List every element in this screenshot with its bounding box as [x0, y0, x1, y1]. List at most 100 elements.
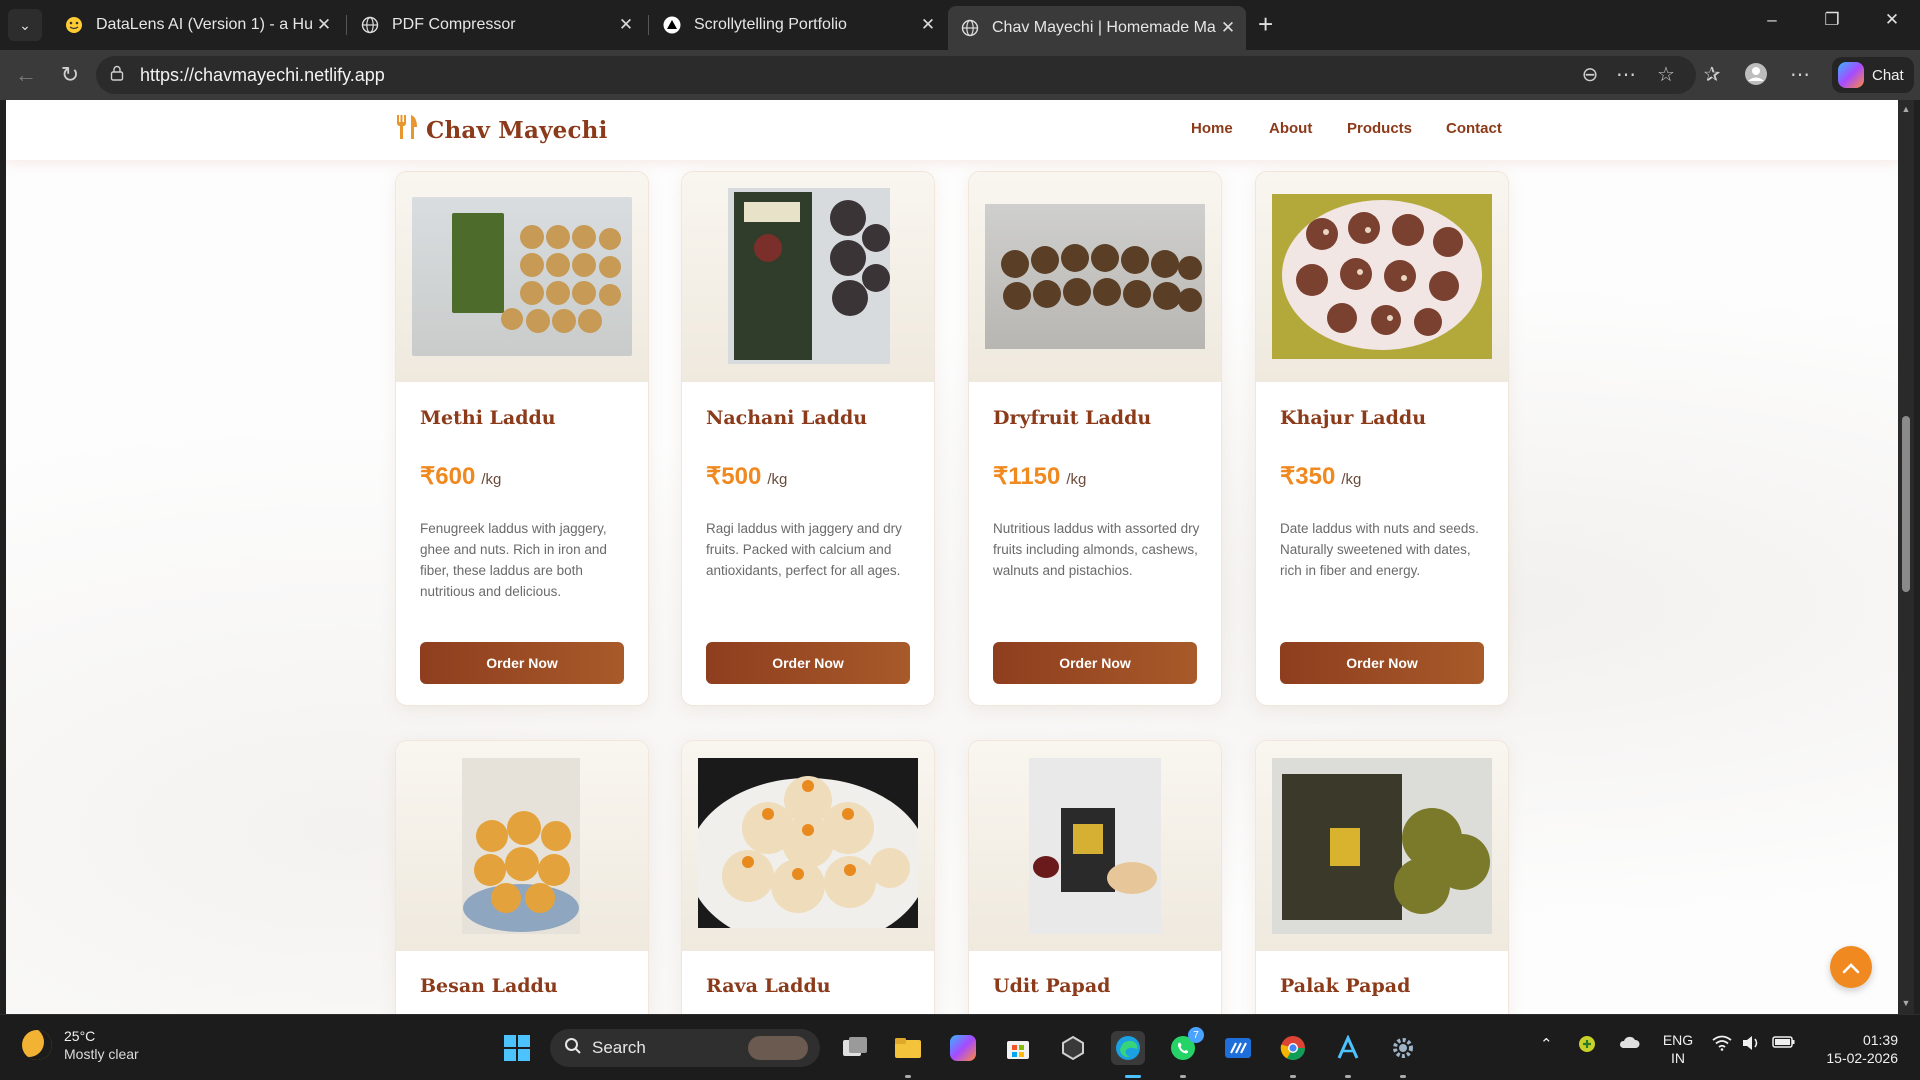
scrollbar-thumb[interactable] — [1902, 416, 1910, 592]
tab-datalens[interactable]: DataLens AI (Version 1) - a Huggin ✕ — [52, 6, 342, 44]
scroll-to-top-button[interactable] — [1830, 946, 1872, 988]
product-price: ₹350 /kg — [1280, 462, 1361, 491]
wifi-icon[interactable] — [1712, 1035, 1732, 1055]
windows-logo-icon — [504, 1035, 530, 1061]
zoom-out-icon[interactable]: ⊖ — [1576, 62, 1604, 87]
favorites-icon[interactable]: ✰ — [1698, 62, 1726, 87]
close-window-button[interactable]: ✕ — [1872, 10, 1912, 30]
site-logo[interactable]: Chav Mayechi — [394, 113, 608, 148]
product-title: Udit Papad — [993, 975, 1111, 997]
running-indicator — [1400, 1075, 1406, 1078]
more-tools-icon[interactable]: ⋯ — [1612, 62, 1640, 87]
product-description: Ragi laddus with jaggery and dry fruits.… — [706, 521, 902, 578]
product-card-khajur-laddu: Khajur Laddu ₹350 /kg Date laddus with n… — [1255, 171, 1509, 706]
settings-more-icon[interactable]: ⋯ — [1786, 62, 1814, 87]
product-description: Nutritious laddus with assorted dry frui… — [993, 521, 1200, 578]
show-hidden-icons-chevron-icon[interactable]: ⌃ — [1540, 1035, 1553, 1053]
profile-avatar-icon[interactable] — [1742, 62, 1770, 92]
whatsapp-icon[interactable]: 7 — [1166, 1027, 1204, 1065]
nav-home[interactable]: Home — [1191, 120, 1233, 137]
restore-button[interactable]: ❐ — [1812, 10, 1852, 30]
browser-tab-strip: ⌄ DataLens AI (Version 1) - a Huggin ✕ P… — [0, 0, 1920, 50]
copilot-chat-button[interactable]: Chat — [1832, 57, 1914, 93]
microsoft-store-icon[interactable] — [1001, 1031, 1035, 1065]
minimize-button[interactable]: – — [1752, 10, 1792, 30]
close-icon[interactable]: ✕ — [312, 15, 336, 35]
region-code: IN — [1671, 1050, 1685, 1066]
running-indicator — [1345, 1075, 1351, 1078]
product-title: Besan Laddu — [420, 975, 558, 997]
product-image-area — [1256, 172, 1508, 382]
system-clock[interactable]: 01:39 15-02-2026 — [1818, 1031, 1898, 1067]
product-image-area — [969, 741, 1221, 951]
unity-hub-icon[interactable] — [1056, 1031, 1090, 1065]
arc-app-icon[interactable] — [1331, 1031, 1365, 1065]
brand-name: Chav Mayechi — [426, 117, 608, 144]
start-button[interactable] — [500, 1031, 534, 1065]
product-card-besan-laddu: Besan Laddu — [395, 740, 649, 1014]
product-title: Methi Laddu — [420, 407, 556, 429]
tab-chav-mayechi[interactable]: Chav Mayechi | Homemade Mahar ✕ — [948, 6, 1246, 50]
favorite-star-icon[interactable]: ☆ — [1652, 62, 1680, 87]
product-card-udit-papad: Udit Papad — [968, 740, 1222, 1014]
tab-title: PDF Compressor — [392, 16, 516, 33]
tab-divider — [346, 15, 347, 35]
scroll-down-arrow-icon[interactable]: ▼ — [1898, 998, 1914, 1008]
reload-button[interactable]: ↻ — [56, 62, 84, 88]
tab-title: DataLens AI (Version 1) - a Huggin — [96, 16, 312, 33]
input-language-indicator[interactable]: ENG IN — [1660, 1031, 1696, 1067]
price-unit: /kg — [481, 471, 502, 488]
chevron-down-icon: ⌄ — [19, 16, 31, 33]
tab-actions-menu-button[interactable]: ⌄ — [8, 9, 42, 41]
azure-data-studio-icon[interactable] — [1221, 1031, 1255, 1065]
language-code: ENG — [1662, 1032, 1694, 1048]
active-indicator — [1125, 1075, 1141, 1078]
product-photo — [1272, 194, 1492, 359]
close-icon[interactable]: ✕ — [614, 15, 638, 35]
notification-badge: 7 — [1188, 1027, 1204, 1043]
settings-gear-icon[interactable] — [1386, 1031, 1420, 1065]
nav-about[interactable]: About — [1269, 120, 1312, 137]
scroll-up-arrow-icon[interactable]: ▲ — [1898, 104, 1914, 114]
order-now-button[interactable]: Order Now — [420, 642, 624, 684]
tab-pdf-compressor[interactable]: PDF Compressor ✕ — [348, 6, 644, 44]
nav-products[interactable]: Products — [1347, 120, 1412, 137]
product-image-area — [1256, 741, 1508, 951]
product-image-area — [396, 172, 648, 382]
product-price: ₹500 /kg — [706, 462, 787, 491]
onedrive-cloud-icon[interactable] — [1618, 1035, 1640, 1053]
order-now-button[interactable]: Order Now — [706, 642, 910, 684]
copilot-app-icon[interactable] — [946, 1031, 980, 1065]
product-title: Palak Papad — [1280, 975, 1411, 997]
taskbar-search-box[interactable]: Search — [550, 1029, 820, 1067]
file-explorer-icon[interactable] — [891, 1031, 925, 1065]
clock-date: 15-02-2026 — [1826, 1050, 1898, 1066]
battery-icon[interactable] — [1772, 1035, 1796, 1053]
nav-contact[interactable]: Contact — [1446, 120, 1502, 137]
close-icon[interactable]: ✕ — [916, 15, 940, 35]
tab-title: Scrollytelling Portfolio — [694, 16, 847, 33]
address-bar[interactable]: https://chavmayechi.netlify.app — [96, 56, 1696, 94]
search-icon — [564, 1037, 582, 1060]
tab-scrollytelling[interactable]: Scrollytelling Portfolio ✕ — [650, 6, 946, 44]
edge-browser-icon[interactable] — [1111, 1031, 1145, 1065]
price-unit: /kg — [1341, 471, 1362, 488]
product-photo — [698, 758, 918, 928]
volume-icon[interactable] — [1742, 1035, 1762, 1055]
close-icon[interactable]: ✕ — [1216, 18, 1240, 38]
task-view-icon[interactable] — [838, 1031, 872, 1065]
weather-widget[interactable]: 25°C Mostly clear — [22, 1027, 139, 1063]
page-scrollbar[interactable]: ▲ ▼ — [1898, 100, 1914, 1014]
order-now-button[interactable]: Order Now — [1280, 642, 1484, 684]
new-tab-button[interactable]: + — [1258, 10, 1273, 38]
back-button[interactable]: ← — [12, 62, 40, 88]
price-amount: ₹500 — [706, 463, 762, 490]
chrome-icon[interactable] — [1276, 1031, 1310, 1065]
order-now-button[interactable]: Order Now — [993, 642, 1197, 684]
product-description: Fenugreek laddus with jaggery, ghee and … — [420, 521, 607, 599]
chat-label: Chat — [1872, 66, 1904, 84]
price-amount: ₹350 — [1280, 463, 1336, 490]
tab-divider — [648, 15, 649, 35]
price-amount: ₹600 — [420, 463, 476, 490]
tray-app-icon[interactable] — [1578, 1035, 1596, 1057]
